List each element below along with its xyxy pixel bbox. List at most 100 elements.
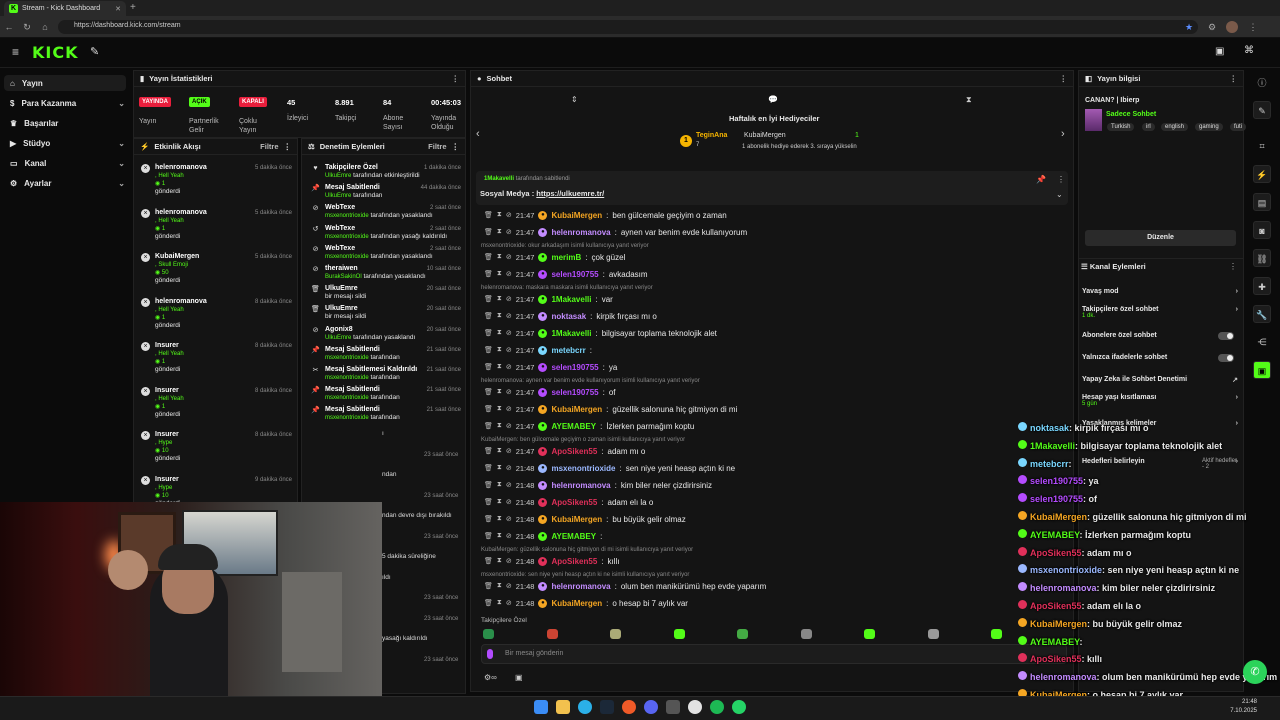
kick-logo[interactable]: KICK [32,43,79,62]
message-user[interactable]: KubaiMergen [551,405,602,414]
timeout-icon[interactable]: ⧗ [497,388,502,396]
chat-tools-icon[interactable]: ▣ [515,673,523,682]
timeout-icon[interactable]: ⧗ [497,599,502,607]
quick-emote-icon[interactable] [927,629,939,639]
trash-icon[interactable]: 🗑 [484,228,493,236]
activity-item[interactable]: × helenromanova, Hell Yeah ◉ 1 gönderdi 8 da… [141,297,292,330]
mod-action-item[interactable]: ⊘ WebTexe msxenontrioxide tarafından yasak… [313,245,461,261]
browser-tab[interactable]: K Stream - Kick Dashboard ✕ [4,1,126,16]
trash-icon[interactable]: 🗑 [484,422,493,430]
nav-item-ayarlar[interactable]: ⚙ Ayarlar ⌄ [10,175,125,191]
timeout-icon[interactable]: ⧗ [497,498,502,506]
ban-icon[interactable]: ⊘ [506,422,512,430]
timeout-icon[interactable]: ⧗ [497,211,502,219]
pinned-link[interactable]: https://ulkuemre.tr/ [536,189,604,198]
more-options-icon[interactable]: ⋮ [1229,262,1237,271]
mod-action-item[interactable]: ♥ Takipçilere Özel UlkuEmre tarafından etk… [313,164,461,180]
trash-icon[interactable]: 🗑 [484,211,493,219]
browser-menu-icon[interactable]: ⋮ [1246,20,1260,34]
chat-message[interactable]: 🗑 ⧗ ⊘ 21:47 ● helenromanova: aynen var benim e… [484,226,747,238]
mod-action-item[interactable]: 📌 Mesaj Sabitlendi msxenontrioxide tarafın… [311,406,461,422]
channel-action-row[interactable]: Abonelere özel sohbet [1082,332,1238,340]
filter-button[interactable]: Filtre [428,142,446,151]
ban-icon[interactable]: ⊘ [506,498,512,506]
hourglass-icon[interactable]: ⧗ [966,95,972,105]
trash-icon[interactable]: 🗑 [484,388,493,396]
ban-icon[interactable]: ⊘ [506,329,512,337]
next-arrow-icon[interactable]: › [1061,128,1065,140]
chat-message[interactable]: 🗑 ⧗ ⊘ 21:47 ● AYEMABEY: İzlerken parmağım kopt… [484,420,694,432]
message-user[interactable]: ApoSiken55 [551,447,597,456]
message-user[interactable]: helenromanova [551,481,610,490]
toggle-switch[interactable] [1218,354,1234,362]
app-icon[interactable] [666,700,680,714]
mod-actor[interactable]: msxenontrioxide [325,234,369,240]
chat-message[interactable]: 🗑 ⧗ ⊘ 21:48 ● ApoSiken55: kıllı [484,555,620,567]
mod-action-item[interactable]: ⊘ theraiwen BurakSakinOl tarafından yasakl… [313,265,461,281]
activity-item[interactable]: × helenromanova, Hell Yeah ◉ 1 gönderdi 5 da… [141,208,292,241]
firefox-icon[interactable] [622,700,636,714]
trash-icon[interactable]: 🗑 [484,599,493,607]
message-user[interactable]: KubaiMergen [551,599,602,608]
activity-item[interactable]: × Insurer, Hell Yeah ◉ 1 gönderdi 8 dakika ö… [141,386,292,419]
trash-icon[interactable]: 🗑 [484,557,493,565]
channel-action-row[interactable]: Yalnızca ifadelerle sohbet [1082,354,1238,362]
file-explorer-icon[interactable] [556,700,570,714]
trash-icon[interactable]: 🗑 [484,515,493,523]
mod-actor[interactable]: msxenontrioxide [325,395,369,401]
ban-icon[interactable]: ⊘ [506,582,512,590]
channel-action-row[interactable]: Takipçilere özel sohbet 1 dk. › [1082,306,1238,319]
chat-message[interactable]: 🗑 ⧗ ⊘ 21:48 ● ApoSiken55: adam elı la o [484,496,653,508]
message-user[interactable]: selen190755 [551,388,598,397]
quick-emote-icon[interactable] [800,629,812,639]
nav-item-para-kazanma[interactable]: $ Para Kazanma ⌄ [10,95,125,111]
profile-avatar[interactable] [1226,21,1238,33]
pinned-more-icon[interactable]: ⋮ [1057,175,1065,184]
timeout-icon[interactable]: ⧗ [497,464,502,472]
reload-icon[interactable]: ↻ [20,20,34,34]
message-user[interactable]: msxenontrioxide [551,464,615,473]
trash-icon[interactable]: 🗑 [484,312,493,320]
trash-icon[interactable]: 🗑 [484,253,493,261]
microphone-icon[interactable] [487,649,493,659]
stream-category[interactable]: Sadece Sohbet [1106,111,1156,118]
timeout-icon[interactable]: ⧗ [497,515,502,523]
steam-icon[interactable] [600,700,614,714]
chat-bubble-icon[interactable]: 💬 [768,95,778,104]
chat-message[interactable]: 🗑 ⧗ ⊘ 21:47 ● selen190755: avkadasım [484,268,648,280]
leaderboard-icon[interactable]: ⇕ [571,95,578,104]
mod-actor[interactable]: msxenontrioxide [325,254,369,260]
spotify-icon[interactable] [710,700,724,714]
more-options-icon[interactable]: ⋮ [1060,74,1068,83]
quick-emote-icon[interactable] [610,629,621,639]
message-user[interactable]: selen190755 [551,363,598,372]
timeout-icon[interactable]: ⧗ [497,295,502,303]
message-user[interactable]: metebcrr [551,346,585,355]
ban-icon[interactable]: ⊘ [506,228,512,236]
chat-settings-icon[interactable]: ⚙∞ [484,673,497,682]
trash-icon[interactable]: 🗑 [484,498,493,506]
trash-icon[interactable]: 🗑 [484,481,493,489]
info-circle-icon[interactable]: ⓘ [1253,74,1271,92]
mod-actor[interactable]: UlkuEmre [325,173,351,179]
chat-message[interactable]: 🗑 ⧗ ⊘ 21:47 ● KubaiMergen: güzellik salonuna h… [484,403,737,415]
back-icon[interactable]: ← [2,20,16,34]
activity-item[interactable]: × Insurer, Hype ◉ 10 gönderdi 8 dakika önce [141,431,292,463]
chat-input-box[interactable] [481,644,1067,664]
mod-actor[interactable]: UlkuEmre [325,335,351,341]
timeout-icon[interactable]: ⧗ [497,447,502,455]
trash-icon[interactable]: 🗑 [484,329,493,337]
message-user[interactable]: merimB [551,253,581,262]
ban-icon[interactable]: ⊘ [506,295,512,303]
chat-message[interactable]: 🗑 ⧗ ⊘ 21:47 ● merimB: çok güzel [484,251,625,263]
message-user[interactable]: 1Makavelli [551,329,591,338]
channel-action-row[interactable]: Hedefleri belirleyin Aktif hedefler - 2 › [1082,458,1238,470]
ban-icon[interactable]: ⊘ [506,405,512,413]
ban-icon[interactable]: ⊘ [506,363,512,371]
timeout-icon[interactable]: ⧗ [497,422,502,430]
wrench-icon[interactable]: 🔧 [1253,305,1271,323]
mod-action-item[interactable]: 🗑 UlkuEmre bir mesajı sildi 20 saat önce [311,305,461,321]
mod-action-item[interactable]: 📌 Mesaj Sabitlendi msxenontrioxide tarafın… [311,386,461,402]
ban-icon[interactable]: ⊘ [506,464,512,472]
mod-action-item[interactable]: 📌 Mesaj Sabitlendi UlkuEmre tarafından 44 d… [311,184,461,200]
